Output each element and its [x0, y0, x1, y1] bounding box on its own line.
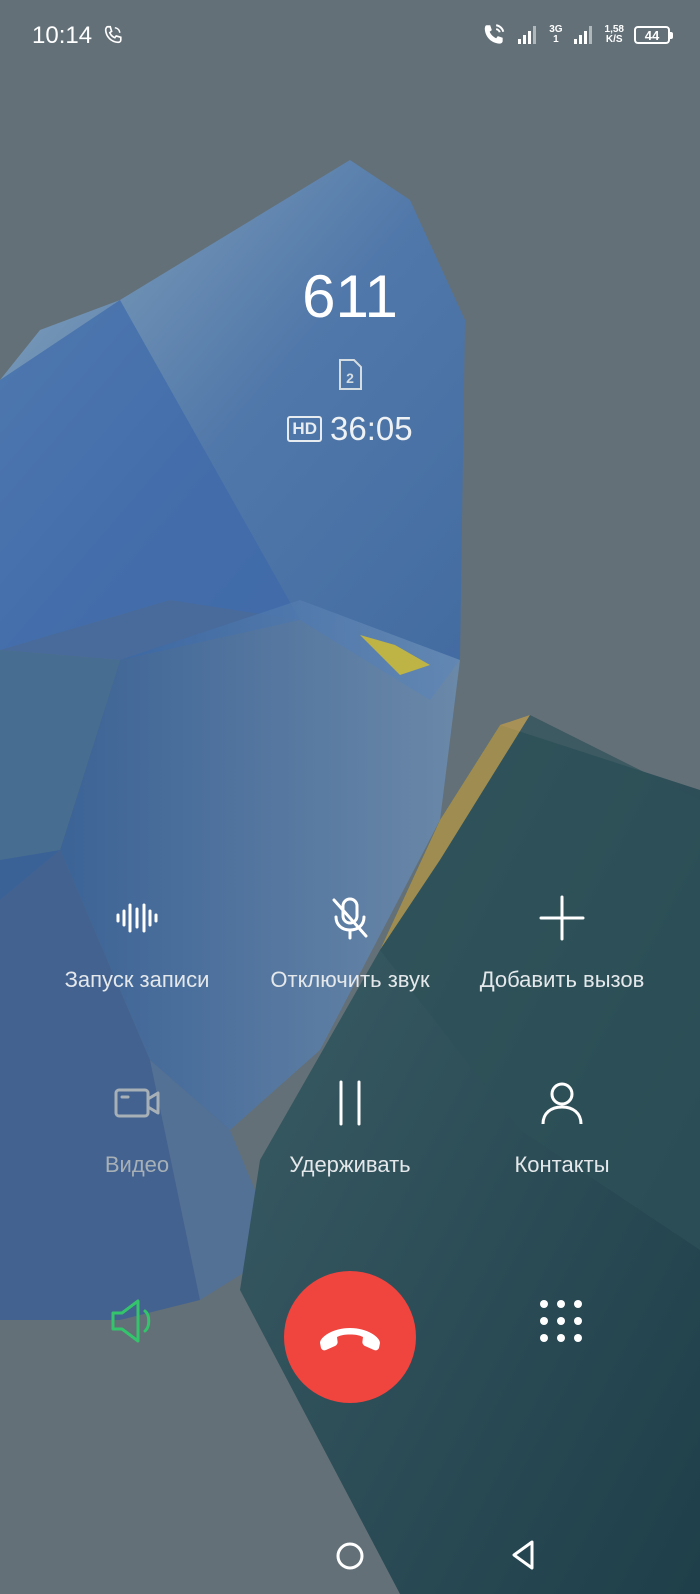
end-call-button[interactable] [284, 1271, 416, 1403]
signal-strength-2-icon [573, 26, 592, 44]
mute-button[interactable]: Отключить звук [235, 895, 465, 993]
pause-icon [339, 1080, 361, 1126]
call-duration: 36:05 [329, 410, 413, 447]
network-speed-unit: K/S [605, 34, 623, 45]
contacts-button[interactable]: Контакты [447, 1080, 677, 1178]
nav-back-button[interactable] [510, 1538, 536, 1572]
microphone-off-icon [332, 897, 368, 940]
network-type: 3G 1 [549, 25, 562, 45]
video-label: Видео [104, 1152, 170, 1177]
hd-voice-badge: HD [287, 416, 322, 442]
record-button[interactable]: Запуск записи [22, 895, 252, 993]
video-button[interactable]: Видео [22, 1080, 252, 1178]
end-call-icon [320, 1328, 380, 1351]
speaker-icon[interactable] [110, 1298, 160, 1344]
video-camera-icon [114, 1088, 160, 1118]
sim-slot-number: 2 [346, 370, 354, 386]
plus-icon [539, 895, 585, 941]
battery-icon: 44 [634, 26, 673, 44]
network-speed: 1,58 K/S [605, 25, 624, 45]
nav-home-button[interactable] [335, 1541, 365, 1571]
add-call-button[interactable]: Добавить вызов [447, 895, 677, 993]
status-icons: 3G 1 1,58 K/S 44 [481, 20, 673, 50]
wifi-calling-icon [484, 24, 505, 44]
network-sim-label: 1 [553, 34, 559, 45]
call-in-progress-icon [104, 25, 122, 44]
sound-wave-icon [116, 903, 158, 933]
record-label: Запуск записи [64, 967, 210, 992]
sim-card-icon: 2 [339, 359, 362, 390]
hold-label: Удерживать [289, 1152, 411, 1177]
add-call-label: Добавить вызов [479, 967, 645, 992]
person-icon [541, 1082, 583, 1125]
caller-number: 611 [302, 263, 398, 330]
dialpad-icon[interactable] [538, 1298, 584, 1344]
mute-label: Отключить звук [270, 967, 430, 992]
hold-button[interactable]: Удерживать [235, 1080, 465, 1178]
call-status-row: HD 36:05 [0, 410, 700, 448]
status-time: 10:14 [32, 22, 93, 49]
battery-level: 44 [644, 27, 660, 43]
signal-strength-1-icon [518, 26, 537, 44]
contacts-label: Контакты [514, 1152, 610, 1177]
status-bar: 10:14 3G 1 1,58 K/S 44 [0, 0, 700, 70]
